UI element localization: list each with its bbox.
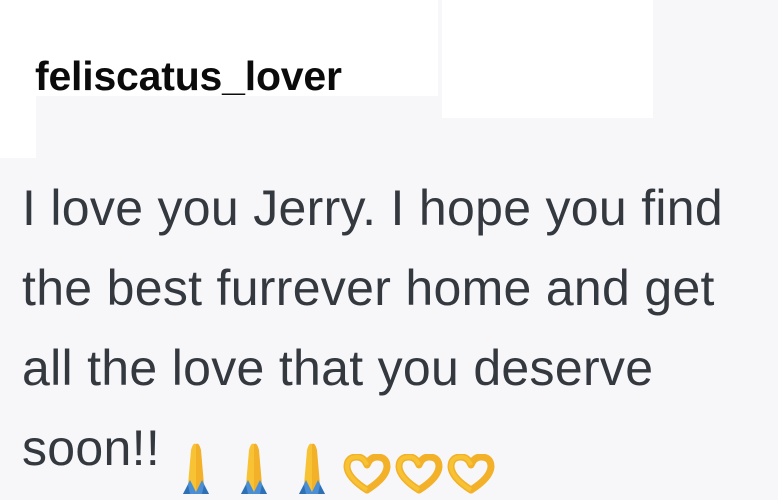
- comment-username[interactable]: feliscatus_lover: [35, 48, 342, 104]
- folded-hands-icon: [183, 443, 210, 494]
- heart-hands-icon: [447, 454, 495, 494]
- heart-hands-icon: [343, 454, 391, 494]
- comment-card: feliscatus_lover I love you Jerry. I hop…: [0, 0, 778, 500]
- emoji-row: [168, 414, 498, 494]
- folded-hands-icon: [299, 443, 326, 494]
- folded-hands-icon: [241, 443, 268, 494]
- comment-body: I love you Jerry. I hope you find the be…: [22, 168, 774, 494]
- heart-hands-icon: [395, 454, 443, 494]
- avatar-placeholder: [0, 0, 36, 158]
- header-placeholder: [442, 0, 653, 118]
